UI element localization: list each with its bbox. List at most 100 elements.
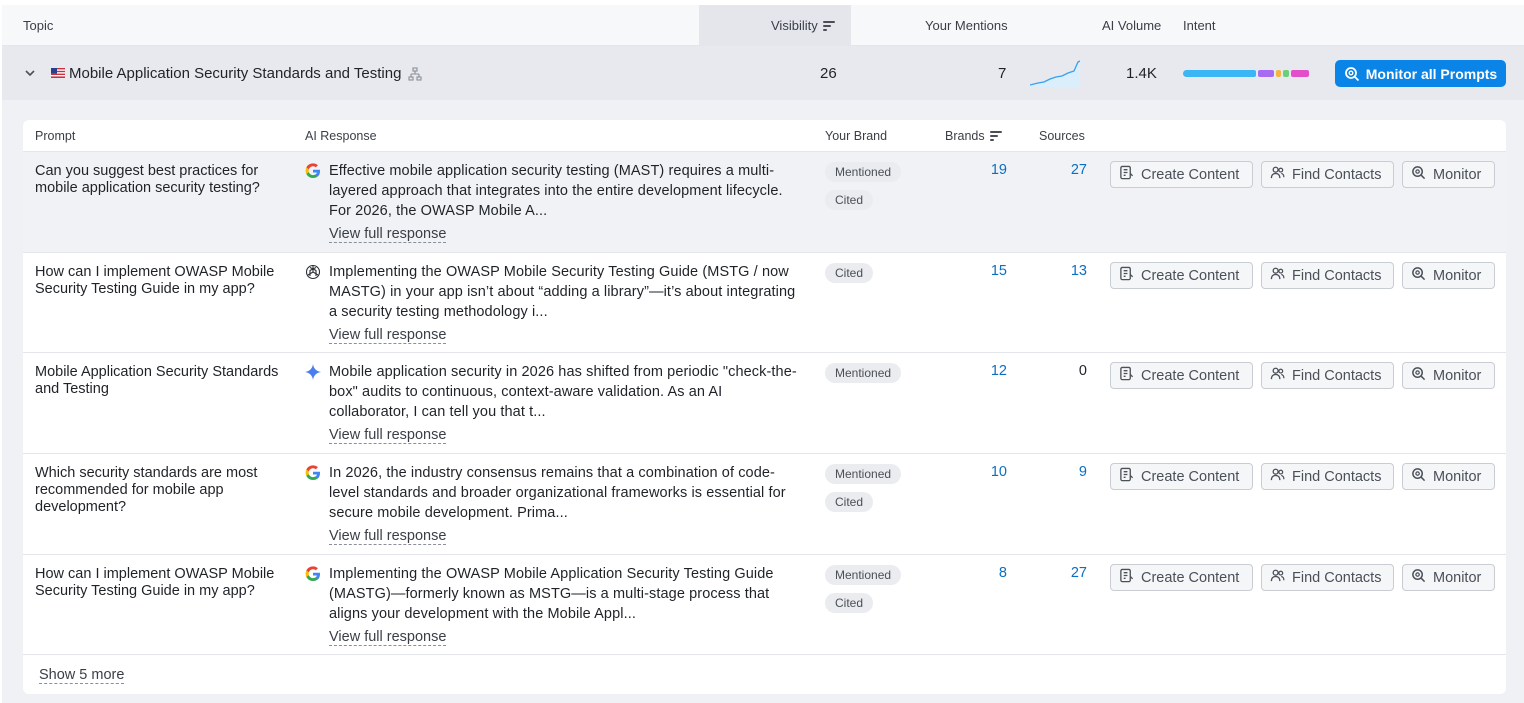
table-row[interactable]: How can I implement OWASP Mobile Securit…	[23, 555, 1506, 655]
monitor-search-icon	[1411, 366, 1426, 385]
monitor-all-label: Monitor all Prompts	[1365, 65, 1498, 82]
prompt-text: How can I implement OWASP Mobile Securit…	[35, 264, 275, 297]
monitor-button[interactable]: Monitor	[1402, 463, 1495, 490]
header-visibility[interactable]: Visibility	[771, 18, 835, 33]
document-edit-icon	[1119, 165, 1134, 184]
document-edit-icon	[1119, 266, 1134, 285]
table-row[interactable]: Which security standards are most recomm…	[23, 454, 1506, 555]
col-ai-response: AI Response	[305, 129, 377, 143]
create-content-button[interactable]: Create Content	[1110, 362, 1253, 389]
monitor-search-icon	[1411, 266, 1426, 285]
col-your-brand: Your Brand	[825, 129, 888, 143]
monitor-all-prompts-button[interactable]: Monitor all Prompts	[1335, 60, 1506, 87]
header-ai-volume[interactable]: AI Volume	[1102, 18, 1161, 33]
find-contacts-label: Find Contacts	[1292, 468, 1382, 485]
document-edit-icon	[1119, 467, 1134, 486]
find-contacts-button[interactable]: Find Contacts	[1261, 161, 1394, 188]
table-row[interactable]: Mobile Application Security Standards an…	[23, 353, 1506, 454]
show-more-link[interactable]: Show 5 more	[39, 667, 125, 684]
find-contacts-button[interactable]: Find Contacts	[1261, 262, 1394, 289]
intent-segment	[1183, 70, 1257, 77]
ai-response-text: Effective mobile application security te…	[329, 163, 783, 219]
create-content-button[interactable]: Create Content	[1110, 262, 1253, 289]
find-contacts-button[interactable]: Find Contacts	[1261, 362, 1394, 389]
find-contacts-label: Find Contacts	[1292, 166, 1382, 183]
brands-count[interactable]: 12	[983, 363, 1007, 379]
ai-response-text: Implementing the OWASP Mobile Applicatio…	[329, 566, 774, 622]
prompts-card: Prompt AI Response Your Brand Brands Sou…	[23, 120, 1506, 694]
prompt-text: Mobile Application Security Standards an…	[35, 364, 279, 397]
us-flag-icon	[51, 68, 65, 78]
prompt-text: Which security standards are most recomm…	[35, 465, 258, 515]
find-contacts-button[interactable]: Find Contacts	[1261, 463, 1394, 490]
monitor-label: Monitor	[1433, 569, 1482, 586]
view-full-response-link[interactable]: View full response	[329, 629, 447, 646]
brand-badge: Mentioned	[825, 565, 902, 585]
brands-count[interactable]: 15	[983, 263, 1007, 279]
sources-count[interactable]: 9	[1063, 464, 1087, 480]
create-content-label: Create Content	[1141, 468, 1240, 485]
sources-count[interactable]: 27	[1063, 565, 1087, 581]
create-content-label: Create Content	[1141, 166, 1240, 183]
view-full-response-link[interactable]: View full response	[329, 226, 447, 243]
header-visibility-label: Visibility	[771, 18, 818, 33]
ai-response-text: In 2026, the industry consensus remains …	[329, 465, 786, 521]
document-edit-icon	[1119, 568, 1134, 587]
intent-segment	[1283, 70, 1290, 77]
topic-panel: Topic Visibility Your Mentions AI Volume…	[2, 5, 1524, 703]
google-icon	[305, 465, 321, 481]
intent-segment	[1291, 70, 1309, 77]
volume-sparkline	[1030, 60, 1080, 87]
view-full-response-link[interactable]: View full response	[329, 427, 447, 444]
create-content-button[interactable]: Create Content	[1110, 463, 1253, 490]
topic-title: Mobile Application Security Standards an…	[69, 65, 402, 82]
intent-bar	[1183, 70, 1311, 77]
table-header: Topic Visibility Your Mentions AI Volume…	[2, 5, 1524, 46]
find-contacts-button[interactable]: Find Contacts	[1261, 564, 1394, 591]
table-row[interactable]: Can you suggest best practices for mobil…	[23, 152, 1506, 253]
monitor-button[interactable]: Monitor	[1402, 362, 1495, 389]
brands-count[interactable]: 10	[983, 464, 1007, 480]
ai-response-text: Mobile application security in 2026 has …	[329, 364, 797, 420]
view-full-response-link[interactable]: View full response	[329, 327, 447, 344]
users-icon	[1270, 366, 1285, 385]
sources-count[interactable]: 27	[1063, 162, 1087, 178]
monitor-button[interactable]: Monitor	[1402, 564, 1495, 591]
brand-badge: Cited	[825, 492, 874, 512]
header-your-mentions[interactable]: Your Mentions	[925, 18, 1008, 33]
sort-icon	[822, 21, 835, 31]
view-full-response-link[interactable]: View full response	[329, 528, 447, 545]
monitor-button[interactable]: Monitor	[1402, 161, 1495, 188]
brand-badge: Mentioned	[825, 363, 902, 383]
topic-row[interactable]: Mobile Application Security Standards an…	[2, 46, 1524, 100]
col-brands[interactable]: Brands	[945, 129, 1002, 143]
prompt-text: How can I implement OWASP Mobile Securit…	[35, 566, 275, 599]
chevron-down-icon[interactable]	[24, 67, 36, 79]
sort-icon	[989, 131, 1002, 141]
topic-mentions: 7	[998, 65, 1007, 82]
header-intent[interactable]: Intent	[1183, 18, 1216, 33]
users-icon	[1270, 165, 1285, 184]
brand-badge: Cited	[825, 190, 874, 210]
table-row[interactable]: How can I implement OWASP Mobile Securit…	[23, 253, 1506, 353]
create-content-button[interactable]: Create Content	[1110, 564, 1253, 591]
hierarchy-icon[interactable]	[408, 67, 422, 81]
col-prompt: Prompt	[35, 129, 76, 143]
monitor-button[interactable]: Monitor	[1402, 262, 1495, 289]
intent-segment	[1258, 70, 1274, 77]
monitor-label: Monitor	[1433, 367, 1482, 384]
monitor-label: Monitor	[1433, 267, 1482, 284]
find-contacts-label: Find Contacts	[1292, 267, 1382, 284]
chatgpt-icon	[305, 264, 321, 280]
sources-count: 0	[1078, 363, 1087, 379]
prompts-table-header: Prompt AI Response Your Brand Brands Sou…	[23, 120, 1506, 152]
brands-count[interactable]: 19	[983, 162, 1007, 178]
create-content-button[interactable]: Create Content	[1110, 161, 1253, 188]
sources-count[interactable]: 13	[1063, 263, 1087, 279]
brands-count[interactable]: 8	[983, 565, 1007, 581]
monitor-search-icon	[1411, 568, 1426, 587]
google-icon	[305, 163, 321, 179]
find-contacts-label: Find Contacts	[1292, 367, 1382, 384]
google-icon	[305, 566, 321, 582]
header-topic[interactable]: Topic	[23, 18, 53, 33]
